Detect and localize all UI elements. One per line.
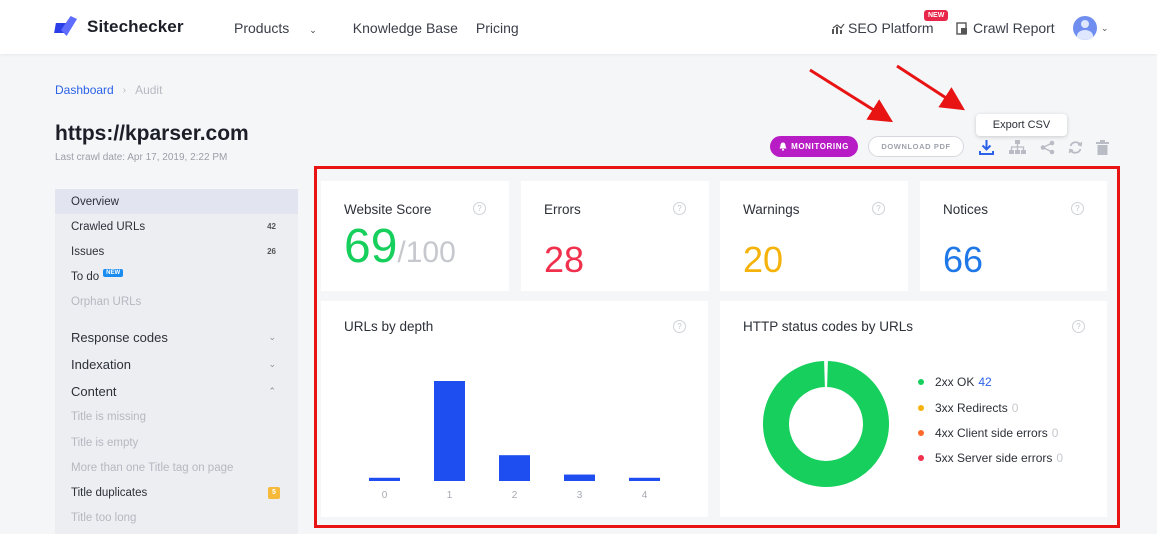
chevron-up-icon: ⌃ [268, 386, 276, 396]
sidebar-item-label: Title is empty [71, 436, 139, 449]
sidebar-item-to-do[interactable]: To do NEW [55, 264, 298, 289]
crawl-report-label: Crawl Report [973, 20, 1055, 36]
highlight-frame [314, 166, 1120, 528]
sidebar-item-label: Indexation [71, 357, 131, 372]
nav-products[interactable]: Products ⌄ [234, 20, 335, 36]
refresh-icon[interactable] [1066, 138, 1084, 156]
sidebar-item-overview[interactable]: Overview [55, 189, 298, 214]
sidebar-item-title-missing[interactable]: Title is missing [55, 404, 298, 429]
sidebar-item-label: Crawled URLs [71, 220, 146, 233]
arrow-to-pdf [809, 68, 894, 122]
sidebar-item-label: Orphan URLs [71, 295, 142, 308]
trash-icon[interactable] [1093, 138, 1111, 156]
user-avatar[interactable] [1073, 16, 1097, 40]
arrow-to-export [896, 64, 966, 111]
sidebar-item-label: To do [71, 270, 100, 283]
sidebar-item-label: Title too long [71, 511, 137, 524]
breadcrumb-separator: › [122, 84, 127, 96]
seo-platform-label: SEO Platform [848, 20, 934, 36]
download-pdf-button[interactable]: DOWNLOAD PDF [868, 136, 964, 157]
nav-pricing[interactable]: Pricing [476, 20, 519, 36]
chart-icon [832, 23, 845, 34]
sidebar-item-issues[interactable]: Issues 26 [55, 239, 298, 264]
sitemap-icon[interactable] [1008, 138, 1026, 156]
chevron-down-icon: ⌄ [268, 359, 276, 369]
logo-icon [54, 16, 79, 38]
chevron-down-icon: ⌄ [268, 332, 276, 342]
nav-crawl-report[interactable]: Crawl Report [956, 20, 1055, 36]
top-navbar: Sitechecker Products ⌄ Knowledge Base Pri… [0, 0, 1157, 54]
breadcrumb: Dashboard › Audit [55, 83, 162, 97]
sidebar-item-title-duplicates[interactable]: Title duplicates 5 [55, 480, 298, 505]
sidebar-item-label: Content [71, 384, 117, 399]
new-badge: NEW [103, 268, 124, 277]
sidebar-section-response-codes[interactable]: Response codes ⌄ [55, 325, 298, 350]
sidebar-item-multiple-title[interactable]: More than one Title tag on page [55, 455, 298, 480]
sidebar-item-title-empty[interactable]: Title is empty [55, 430, 298, 455]
nav-knowledge-base[interactable]: Knowledge Base [353, 20, 458, 36]
breadcrumb-audit: Audit [135, 83, 163, 97]
monitoring-button[interactable]: MONITORING [770, 136, 858, 157]
sidebar-item-label: More than one Title tag on page [71, 461, 234, 474]
breadcrumb-dashboard[interactable]: Dashboard [55, 83, 114, 97]
sidebar-item-label: Overview [71, 195, 119, 208]
sidebar-count: 26 [267, 247, 276, 256]
monitoring-label: MONITORING [791, 142, 849, 151]
download-icon[interactable] [977, 138, 995, 156]
count-badge: 5 [268, 486, 280, 499]
sidebar-item-title-too-long[interactable]: Title too long [55, 505, 298, 530]
new-badge: NEW [924, 10, 949, 21]
report-icon [956, 21, 967, 35]
share-icon[interactable] [1038, 138, 1056, 156]
page-title: https://kparser.com [55, 122, 249, 145]
sidebar-item-label: Title duplicates [71, 486, 148, 499]
chevron-down-icon: ⌄ [309, 25, 317, 35]
annotation-arrows [809, 64, 966, 122]
chevron-down-icon[interactable]: ⌄ [1101, 23, 1109, 34]
sidebar-item-label: Title is missing [71, 410, 146, 423]
sidebar-count: 42 [267, 222, 276, 231]
nav-seo-platform[interactable]: SEO Platform [832, 20, 934, 36]
sidebar-section-content[interactable]: Content ⌃ [55, 379, 298, 404]
sidebar-section-indexation[interactable]: Indexation ⌄ [55, 352, 298, 377]
brand-logo[interactable]: Sitechecker [54, 16, 184, 38]
sidebar-item-orphan-urls[interactable]: Orphan URLs [55, 289, 298, 314]
sidebar-item-label: Response codes [71, 330, 168, 345]
bell-icon [779, 142, 787, 151]
last-crawl-date: Last crawl date: Apr 17, 2019, 2:22 PM [55, 152, 228, 163]
sidebar-item-crawled-urls[interactable]: Crawled URLs 42 [55, 214, 298, 239]
brand-name: Sitechecker [87, 17, 184, 36]
sidebar-item-label: Issues [71, 245, 105, 258]
sidebar: Overview Crawled URLs 42 Issues 26 To do NE… [55, 189, 298, 534]
main-nav: Products ⌄ Knowledge Base Pricing [234, 20, 537, 36]
